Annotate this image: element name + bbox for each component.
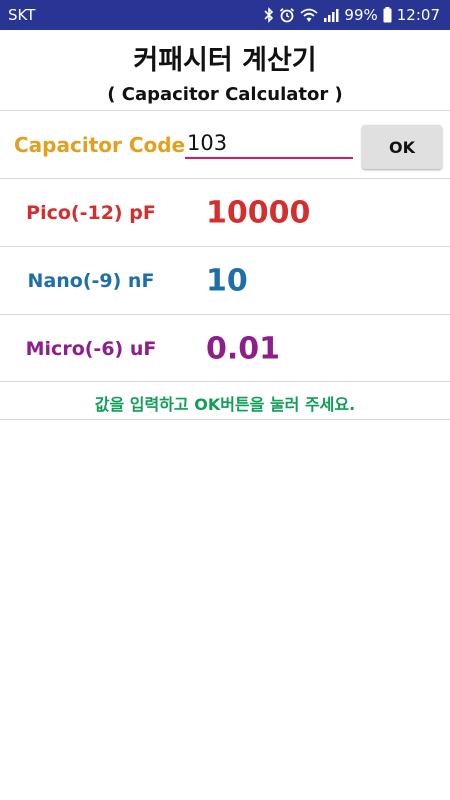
micro-value: 0.01	[206, 331, 281, 366]
input-row: Capacitor Code OK	[0, 111, 450, 178]
divider	[0, 381, 450, 382]
page-title: 커패시터 계산기	[133, 45, 317, 76]
nano-value: 10	[206, 263, 248, 298]
capacitor-code-label: Capacitor Code	[14, 133, 186, 157]
nano-label: Nano(-9) nF	[27, 269, 155, 292]
battery-level: 99%	[344, 6, 378, 24]
pico-value: 10000	[206, 195, 311, 230]
result-row-pico: Pico(-12) pF 10000	[0, 179, 450, 246]
divider	[0, 419, 450, 420]
ok-button[interactable]: OK	[362, 125, 442, 169]
wifi-icon	[300, 8, 319, 23]
alarm-icon	[279, 7, 295, 23]
carrier-label: SKT	[8, 6, 36, 24]
clock: 12:07	[396, 6, 440, 24]
capacitor-code-input[interactable]	[185, 129, 353, 159]
battery-icon	[383, 7, 392, 23]
status-icons: 99% 12:07	[264, 6, 440, 24]
bluetooth-icon	[264, 7, 274, 23]
app-header: 커패시터 계산기 ( Capacitor Calculator )	[0, 30, 450, 110]
status-bar: SKT 99% 12:07	[0, 0, 450, 30]
result-row-nano: Nano(-9) nF 10	[0, 247, 450, 314]
page-subtitle: ( Capacitor Calculator )	[107, 84, 343, 105]
instruction-text: 값을 입력하고 OK버튼을 눌러 주세요.	[94, 395, 356, 414]
pico-label: Pico(-12) pF	[26, 201, 156, 224]
result-row-micro: Micro(-6) uF 0.01	[0, 315, 450, 382]
signal-icon	[323, 8, 339, 22]
micro-label: Micro(-6) uF	[25, 337, 157, 360]
